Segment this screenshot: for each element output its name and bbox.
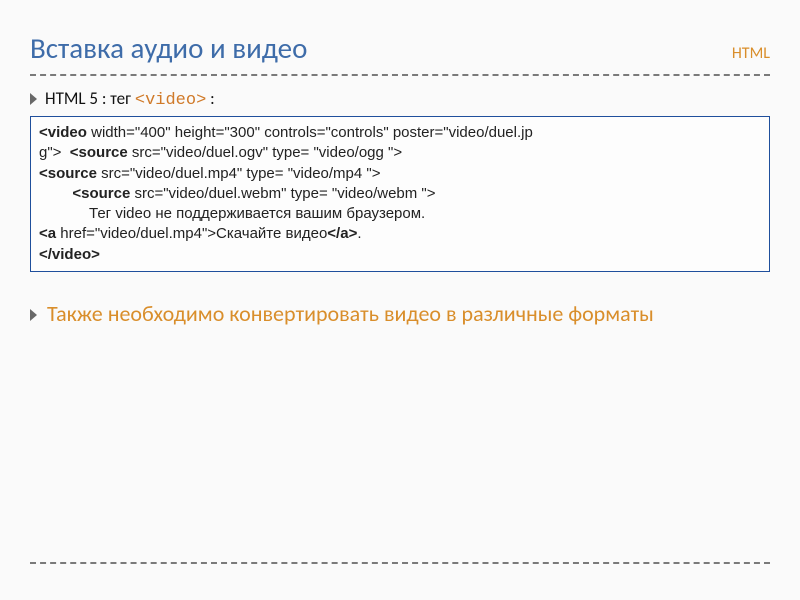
chevron-right-icon — [30, 309, 37, 321]
code-example: <video width="400" height="300" controls… — [30, 116, 770, 272]
video-tag-label: <video> — [135, 91, 206, 110]
page-title: Вставка аудио и видео — [30, 30, 307, 66]
bullet-convert-note: Также необходимо конвертировать видео в … — [30, 300, 770, 328]
bullet1-prefix: HTML 5 : тег — [45, 88, 135, 109]
footer-divider — [30, 562, 770, 564]
bullet2-text: Также необходимо конвертировать видео в … — [47, 300, 654, 328]
bullet1-suffix: : — [210, 88, 215, 109]
chevron-right-icon — [30, 93, 37, 105]
bullet-html5-tag: HTML 5 : тег <video> : — [30, 88, 770, 110]
tech-badge: HTML — [732, 44, 770, 63]
header: Вставка аудио и видео HTML — [30, 30, 770, 76]
